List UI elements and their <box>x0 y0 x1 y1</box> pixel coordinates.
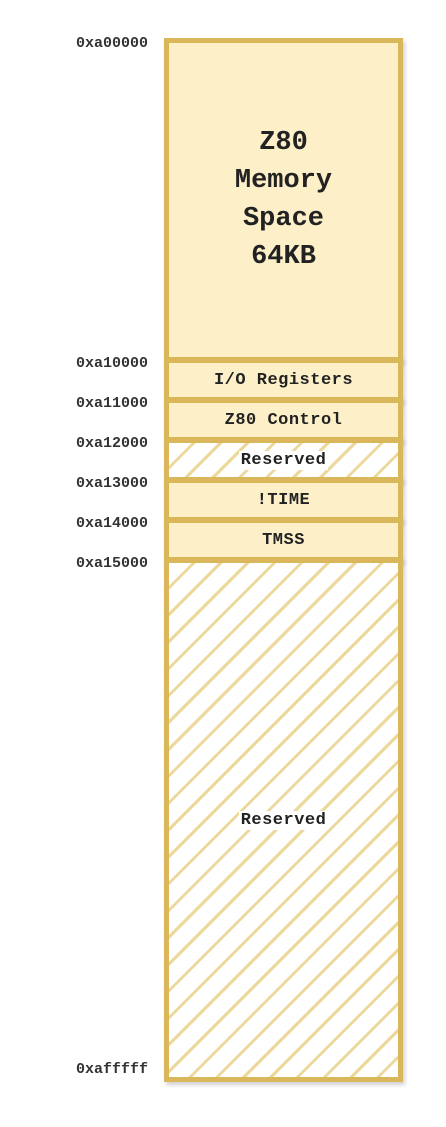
address-label-a13000: 0xa13000 <box>75 475 148 492</box>
region-reserved-large: Reserved <box>164 558 403 1082</box>
reserved-large-label: Reserved <box>238 810 329 830</box>
region-tmss: TMSS <box>164 518 403 562</box>
region-reserved-small: Reserved <box>164 438 403 482</box>
z80-memory-line-2: Memory <box>234 166 333 196</box>
z80-memory-label: Z80 Memory Space 64KB <box>235 124 332 276</box>
address-label-a14000: 0xa14000 <box>75 515 148 532</box>
region-z80-memory-space: Z80 Memory Space 64KB <box>164 38 403 362</box>
region-z80-control: Z80 Control <box>164 398 403 442</box>
z80-memory-line-1: Z80 <box>259 128 308 158</box>
region-time: !TIME <box>164 478 403 522</box>
io-registers-label: I/O Registers <box>213 370 354 390</box>
region-io-registers: I/O Registers <box>164 358 403 402</box>
address-label-a12000: 0xa12000 <box>75 435 148 452</box>
address-label-afffff: 0xafffff <box>75 1061 148 1078</box>
z80-control-label: Z80 Control <box>224 410 343 430</box>
z80-memory-line-3: Space <box>242 204 324 234</box>
reserved-small-label: Reserved <box>238 450 329 470</box>
tmss-label: TMSS <box>262 530 305 550</box>
z80-memory-line-4: 64KB <box>251 242 316 272</box>
address-label-a11000: 0xa11000 <box>75 395 148 412</box>
address-label-a10000: 0xa10000 <box>75 355 148 372</box>
address-label-a00000: 0xa00000 <box>75 35 148 52</box>
address-label-a15000: 0xa15000 <box>75 555 148 572</box>
time-label: !TIME <box>256 490 311 510</box>
